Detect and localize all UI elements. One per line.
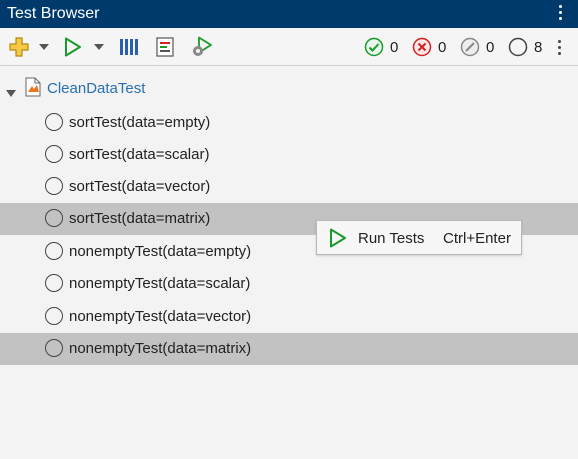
run-settings-icon[interactable] <box>190 28 214 66</box>
tree-item-label: nonemptyTest(data=scalar) <box>69 275 251 292</box>
tree-item[interactable]: nonemptyTest(data=vector) <box>0 301 578 333</box>
tree-root-node[interactable]: CleanDataTest <box>0 72 578 105</box>
passed-count: 0 <box>364 28 398 66</box>
matlab-file-icon <box>24 77 42 102</box>
not-run-icon <box>508 37 528 57</box>
title-menu-icon[interactable] <box>559 5 562 20</box>
incomplete-count-value: 0 <box>486 38 495 56</box>
add-dropdown-arrow-icon[interactable] <box>37 28 51 66</box>
not-run-count: 8 <box>508 28 542 66</box>
tree-item-label: nonemptyTest(data=matrix) <box>69 340 252 357</box>
context-menu-item-label: Run Tests <box>358 230 425 247</box>
tree-item-label: sortTest(data=matrix) <box>69 210 211 227</box>
tree-item-label: sortTest(data=empty) <box>69 114 211 131</box>
passed-count-value: 0 <box>390 38 399 56</box>
failed-count-value: 0 <box>438 38 447 56</box>
run-dropdown-arrow-icon[interactable] <box>92 28 106 66</box>
failed-icon <box>412 37 432 57</box>
tree-item[interactable]: sortTest(data=empty) <box>0 107 578 139</box>
context-menu-run-tests[interactable]: Run Tests Ctrl+Enter <box>317 221 521 254</box>
title-bar: Test Browser <box>0 0 578 28</box>
not-run-status-icon <box>45 307 63 325</box>
run-icon <box>329 228 347 253</box>
run-icon[interactable] <box>62 28 84 66</box>
passed-icon <box>364 37 384 57</box>
failed-count: 0 <box>412 28 446 66</box>
incomplete-icon <box>460 37 480 57</box>
not-run-count-value: 8 <box>534 38 543 56</box>
tree-item[interactable]: sortTest(data=scalar) <box>0 139 578 171</box>
tree-root-label: CleanDataTest <box>47 80 146 97</box>
columns-icon[interactable] <box>117 28 141 66</box>
tree-item[interactable]: sortTest(data=vector) <box>0 171 578 203</box>
toolbar: 0 0 0 8 <box>0 28 578 66</box>
tree-item[interactable]: nonemptyTest(data=scalar) <box>0 268 578 300</box>
not-run-status-icon <box>45 145 63 163</box>
expand-caret-icon[interactable] <box>6 84 16 102</box>
not-run-status-icon <box>45 177 63 195</box>
not-run-status-icon <box>45 339 63 357</box>
toolbar-menu-icon[interactable] <box>553 28 565 66</box>
not-run-status-icon <box>45 242 63 260</box>
tree-item-label: sortTest(data=scalar) <box>69 146 210 163</box>
context-menu-item-shortcut: Ctrl+Enter <box>443 230 511 247</box>
tree-item-label: nonemptyTest(data=empty) <box>69 243 252 260</box>
tree-item-label: sortTest(data=vector) <box>69 178 211 195</box>
context-menu: Run Tests Ctrl+Enter <box>316 220 522 255</box>
tree-item-label: nonemptyTest(data=vector) <box>69 308 252 325</box>
incomplete-count: 0 <box>460 28 494 66</box>
tree-item-selected[interactable]: nonemptyTest(data=matrix) <box>0 333 578 365</box>
not-run-status-icon <box>45 274 63 292</box>
not-run-status-icon <box>45 113 63 131</box>
add-icon[interactable] <box>6 28 32 66</box>
report-icon[interactable] <box>154 28 176 66</box>
not-run-status-icon <box>45 209 63 227</box>
window-title: Test Browser <box>7 5 100 22</box>
